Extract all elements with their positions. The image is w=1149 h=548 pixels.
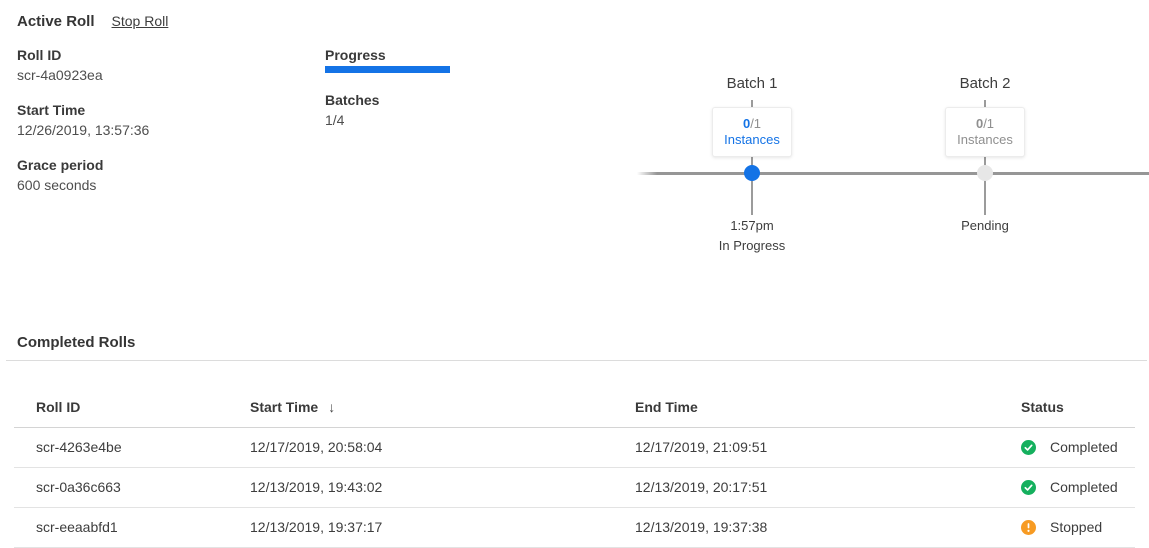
batch-1-status: In Progress: [682, 238, 822, 253]
exclamation-circle-icon: [1021, 520, 1036, 535]
grace-period-label: Grace period: [17, 156, 103, 174]
timeline-batch-1: Batch 1 0/1 Instances 1:57pm In Progress: [682, 75, 822, 93]
batch-2-pending-dot: [977, 165, 993, 181]
roll-id-label: Roll ID: [17, 46, 103, 64]
cell-roll-id: scr-0a36c663: [14, 467, 250, 507]
batch-1-active-dot: [744, 165, 760, 181]
roll-id-value: scr-4a0923ea: [17, 66, 103, 84]
cell-start-time: 12/13/2019, 19:43:02: [250, 467, 635, 507]
progress-column: Progress Batches 1/4: [325, 46, 450, 129]
stop-roll-link[interactable]: Stop Roll: [112, 13, 169, 29]
start-time-field: Start Time 12/26/2019, 13:57:36: [17, 101, 149, 139]
batch-1-instances-card[interactable]: 0/1 Instances: [712, 107, 792, 157]
sort-descending-icon[interactable]: ↓: [328, 399, 335, 415]
batch-1-instances-label: Instances: [713, 132, 791, 148]
batch-2-instances-label: Instances: [946, 132, 1024, 148]
cell-status: Completed: [1021, 467, 1135, 507]
table-row[interactable]: scr-0a36c663 12/13/2019, 19:43:02 12/13/…: [14, 467, 1135, 507]
cell-end-time: 12/17/2019, 21:09:51: [635, 427, 1021, 467]
column-header-start-time[interactable]: Start Time↓: [250, 361, 635, 427]
timeline-batch-2: Batch 2 0/1 Instances Pending: [915, 75, 1055, 93]
column-header-end-time[interactable]: End Time: [635, 361, 1021, 427]
batch-1-instance-count: 0/1: [713, 116, 791, 132]
grace-period-field: Grace period 600 seconds: [17, 156, 103, 194]
batches-label: Batches: [325, 91, 450, 109]
batches-value: 1/4: [325, 111, 450, 129]
status-label: Completed: [1050, 439, 1118, 455]
column-header-roll-id[interactable]: Roll ID: [14, 361, 250, 427]
grace-period-value: 600 seconds: [17, 176, 103, 194]
batch-2-name: Batch 2: [915, 75, 1055, 93]
completed-rolls-table: Roll ID Start Time↓ End Time Status scr-…: [14, 361, 1135, 548]
batch-2-status: Pending: [915, 218, 1055, 233]
cell-roll-id: scr-4263e4be: [14, 427, 250, 467]
timeline-axis: [637, 172, 1149, 175]
active-roll-title: Active Roll: [17, 13, 95, 30]
roll-id-field: Roll ID scr-4a0923ea: [17, 46, 103, 84]
table-row[interactable]: scr-eeaabfd1 12/13/2019, 19:37:17 12/13/…: [14, 507, 1135, 547]
cell-start-time: 12/13/2019, 19:37:17: [250, 507, 635, 547]
start-time-value: 12/26/2019, 13:57:36: [17, 121, 149, 139]
check-circle-icon: [1021, 440, 1036, 455]
batch-1-name: Batch 1: [682, 75, 822, 93]
start-time-label: Start Time: [17, 101, 149, 119]
cell-status: Stopped: [1021, 507, 1135, 547]
completed-rolls-title: Completed Rolls: [17, 334, 135, 351]
table-row[interactable]: scr-4263e4be 12/17/2019, 20:58:04 12/17/…: [14, 427, 1135, 467]
cell-start-time: 12/17/2019, 20:58:04: [250, 427, 635, 467]
cell-roll-id: scr-eeaabfd1: [14, 507, 250, 547]
progress-bar: [325, 66, 450, 73]
cell-status: Completed: [1021, 427, 1135, 467]
check-circle-icon: [1021, 480, 1036, 495]
progress-label: Progress: [325, 46, 450, 64]
cell-end-time: 12/13/2019, 20:17:51: [635, 467, 1021, 507]
status-label: Stopped: [1050, 519, 1102, 535]
batch-2-instance-count: 0/1: [946, 116, 1024, 132]
batch-2-instances-card[interactable]: 0/1 Instances: [945, 107, 1025, 157]
active-roll-header: Active Roll Stop Roll: [17, 13, 168, 30]
column-header-status[interactable]: Status: [1021, 361, 1135, 427]
cell-end-time: 12/13/2019, 19:37:38: [635, 507, 1021, 547]
batch-1-time: 1:57pm: [682, 218, 822, 233]
table-header-row: Roll ID Start Time↓ End Time Status: [14, 361, 1135, 427]
status-label: Completed: [1050, 479, 1118, 495]
